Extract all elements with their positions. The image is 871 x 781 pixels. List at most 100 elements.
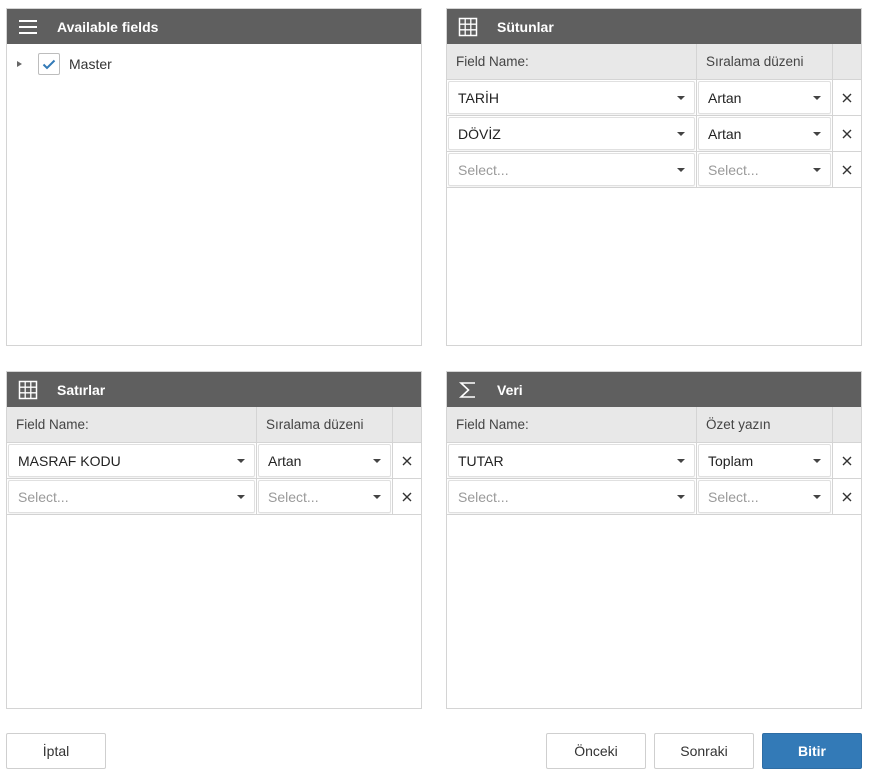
- expand-arrow-icon[interactable]: [17, 61, 22, 67]
- close-icon: [842, 165, 852, 174]
- data-header: Veri: [447, 372, 861, 407]
- order-select[interactable]: Select...: [698, 153, 831, 186]
- order-select-placeholder: Select...: [708, 161, 759, 178]
- previous-button[interactable]: Önceki: [546, 733, 646, 769]
- remove-row-button[interactable]: [837, 487, 857, 507]
- columns-title: Sütunlar: [497, 18, 554, 35]
- field-select[interactable]: Select...: [448, 153, 695, 186]
- summary-select-value: Toplam: [708, 452, 754, 469]
- caret-down-icon: [677, 131, 685, 136]
- close-icon: [402, 456, 412, 465]
- caret-down-icon: [677, 167, 685, 172]
- actions-header: [833, 407, 861, 442]
- order-select-placeholder: Select...: [268, 488, 319, 505]
- sigma-icon: [448, 372, 488, 407]
- master-checkbox[interactable]: [38, 53, 60, 75]
- caret-down-icon: [677, 458, 685, 463]
- caret-down-icon: [237, 494, 245, 499]
- field-select-placeholder: Select...: [458, 161, 509, 178]
- caret-down-icon: [677, 494, 685, 499]
- caret-down-icon: [677, 95, 685, 100]
- table-row: TUTAR Toplam: [447, 443, 861, 479]
- rows-title: Satırlar: [57, 381, 106, 398]
- caret-down-icon: [373, 494, 381, 499]
- close-icon: [842, 456, 852, 465]
- caret-down-icon: [813, 458, 821, 463]
- field-select-value: TUTAR: [458, 452, 504, 469]
- order-select[interactable]: Artan: [698, 81, 831, 114]
- table-row: Select... Select...: [447, 152, 861, 188]
- order-select-value: Artan: [708, 89, 742, 106]
- close-icon: [842, 129, 852, 138]
- sort-order-header: Sıralama düzeni: [257, 407, 393, 442]
- field-select[interactable]: Select...: [8, 480, 255, 513]
- close-icon: [842, 492, 852, 501]
- available-fields-panel: Available fields Master: [6, 8, 422, 346]
- close-icon: [842, 93, 852, 102]
- remove-row-button[interactable]: [837, 88, 857, 108]
- finish-button[interactable]: Bitir: [762, 733, 862, 769]
- data-panel: Veri Field Name: Özet yazın TUTAR Toplam…: [446, 371, 862, 709]
- rows-panel: Satırlar Field Name: Sıralama düzeni MAS…: [6, 371, 422, 709]
- available-fields-header: Available fields: [7, 9, 421, 44]
- remove-row-button[interactable]: [837, 124, 857, 144]
- caret-down-icon: [813, 95, 821, 100]
- table-row: MASRAF KODU Artan: [7, 443, 421, 479]
- field-select[interactable]: TARİH: [448, 81, 695, 114]
- columns-header: Sütunlar: [447, 9, 861, 44]
- order-select-value: Artan: [268, 452, 302, 469]
- field-select[interactable]: MASRAF KODU: [8, 444, 255, 477]
- table-row: TARİH Artan: [447, 80, 861, 116]
- grid-icon: [8, 372, 48, 407]
- rows-grid-header: Field Name: Sıralama düzeni: [7, 407, 421, 443]
- tree-node-master[interactable]: Master: [7, 47, 421, 81]
- table-row: DÖVİZ Artan: [447, 116, 861, 152]
- order-select[interactable]: Artan: [698, 117, 831, 150]
- columns-grid-header: Field Name: Sıralama düzeni: [447, 44, 861, 80]
- data-grid-header: Field Name: Özet yazın: [447, 407, 861, 443]
- field-select-value: TARİH: [458, 89, 499, 106]
- remove-row-button[interactable]: [837, 451, 857, 471]
- caret-down-icon: [237, 458, 245, 463]
- field-select[interactable]: DÖVİZ: [448, 117, 695, 150]
- summary-select[interactable]: Toplam: [698, 444, 831, 477]
- order-select[interactable]: Artan: [258, 444, 391, 477]
- cancel-button[interactable]: İptal: [6, 733, 106, 769]
- actions-header: [393, 407, 421, 442]
- close-icon: [402, 492, 412, 501]
- remove-row-button[interactable]: [397, 451, 417, 471]
- available-fields-title: Available fields: [57, 18, 159, 35]
- next-button[interactable]: Sonraki: [654, 733, 754, 769]
- tree-node-label: Master: [69, 56, 112, 72]
- caret-down-icon: [373, 458, 381, 463]
- field-select-value: DÖVİZ: [458, 125, 501, 142]
- rows-header: Satırlar: [7, 372, 421, 407]
- caret-down-icon: [813, 167, 821, 172]
- field-select[interactable]: TUTAR: [448, 444, 695, 477]
- field-select[interactable]: Select...: [448, 480, 695, 513]
- summary-select[interactable]: Select...: [698, 480, 831, 513]
- caret-down-icon: [813, 131, 821, 136]
- actions-header: [833, 44, 861, 79]
- sort-order-header: Sıralama düzeni: [697, 44, 833, 79]
- table-row: Select... Select...: [7, 479, 421, 515]
- order-select[interactable]: Select...: [258, 480, 391, 513]
- columns-panel: Sütunlar Field Name: Sıralama düzeni TAR…: [446, 8, 862, 346]
- summary-select-placeholder: Select...: [708, 488, 759, 505]
- summary-type-header: Özet yazın: [697, 407, 833, 442]
- table-row: Select... Select...: [447, 479, 861, 515]
- data-title: Veri: [497, 381, 523, 398]
- field-name-header: Field Name:: [447, 44, 697, 79]
- field-name-header: Field Name:: [447, 407, 697, 442]
- grid-icon: [448, 9, 488, 44]
- field-select-value: MASRAF KODU: [18, 452, 121, 469]
- remove-row-button[interactable]: [837, 160, 857, 180]
- hamburger-menu-icon: [8, 9, 48, 44]
- caret-down-icon: [813, 494, 821, 499]
- checkmark-icon: [42, 59, 56, 69]
- field-select-placeholder: Select...: [458, 488, 509, 505]
- field-select-placeholder: Select...: [18, 488, 69, 505]
- field-name-header: Field Name:: [7, 407, 257, 442]
- remove-row-button[interactable]: [397, 487, 417, 507]
- order-select-value: Artan: [708, 125, 742, 142]
